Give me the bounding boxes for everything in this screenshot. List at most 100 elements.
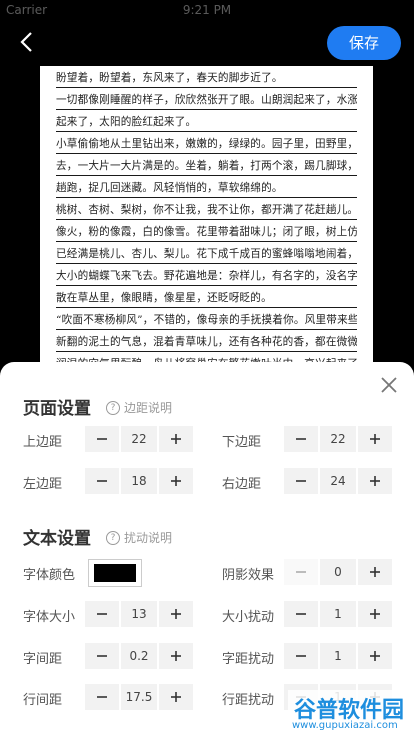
plus-icon — [370, 476, 380, 486]
status-bar: Carrier 9:21 PM — [0, 0, 414, 20]
size-jitter-label: 大小扰动 — [222, 610, 275, 625]
preview-text: 盼望着，盼望着，东风来了，春天的脚步近了。 一切都像刚睡醒的样子，欣欣然张开了眼。… — [56, 66, 357, 386]
size-jitter-value[interactable]: 1 — [320, 601, 356, 627]
increase-button[interactable] — [358, 426, 392, 452]
increase-button[interactable] — [358, 468, 392, 494]
settings-sheet: 页面设置 ? 边距说明 文本设置 ? 扰动说明 上边距 22 下边距 22 左边… — [0, 362, 414, 736]
decrease-button[interactable] — [85, 468, 119, 494]
line-jitter-label: 行距扰动 — [222, 693, 275, 708]
minus-icon — [296, 438, 306, 440]
preview-line: 起来了，太阳的脸红起来了。 — [56, 110, 357, 132]
preview-line: 一切都像刚睡醒的样子，欣欣然张开了眼。山朗润起来了，水涨 — [56, 88, 357, 110]
close-button[interactable] — [380, 376, 398, 394]
preview-line: 像火，粉的像霞，白的像雪。花里带着甜味儿；闭了眼，树上仿佛 — [56, 220, 357, 242]
decrease-button[interactable] — [284, 601, 318, 627]
increase-button[interactable] — [358, 601, 392, 627]
preview-line: 去，一大片一大片满是的。坐着，躺着，打两个滚，踢几脚球，赛几 — [56, 154, 357, 176]
increase-button[interactable] — [159, 468, 193, 494]
plus-icon — [370, 651, 380, 661]
plus-icon — [171, 692, 181, 702]
chevron-left-icon — [20, 32, 32, 52]
right-margin-stepper: 24 — [284, 468, 392, 494]
minus-icon — [97, 613, 107, 615]
shadow-value[interactable]: 0 — [320, 559, 356, 585]
decrease-button[interactable] — [284, 426, 318, 452]
plus-icon — [171, 476, 181, 486]
preview-line: 大小的蝴蝶飞来飞去。野花遍地是：杂样儿，有名字的，没名字的， — [56, 264, 357, 286]
question-circle-icon: ? — [106, 400, 120, 415]
minus-icon — [97, 655, 107, 657]
bottom-margin-value[interactable]: 22 — [320, 426, 356, 452]
char-spacing-label: 字间距 — [23, 652, 63, 667]
minus-icon — [97, 696, 107, 698]
plus-icon — [171, 651, 181, 661]
right-margin-value[interactable]: 24 — [320, 468, 356, 494]
increase-button[interactable] — [159, 643, 193, 669]
minus-icon — [296, 613, 306, 615]
clock-label: 9:21 PM — [182, 3, 232, 17]
question-circle-icon: ? — [106, 530, 120, 545]
top-margin-stepper: 22 — [85, 426, 193, 452]
watermark-url: www.gupuxiazai.com — [292, 720, 398, 731]
line-spacing-value[interactable]: 17.5 — [121, 684, 157, 710]
decrease-button[interactable] — [284, 643, 318, 669]
char-spacing-stepper: 0.2 — [85, 643, 193, 669]
color-swatch — [94, 564, 136, 582]
margin-help-link[interactable]: ? 边距说明 — [106, 399, 172, 416]
bottom-margin-stepper: 22 — [284, 426, 392, 452]
plus-icon — [171, 434, 181, 444]
font-color-picker[interactable] — [88, 559, 142, 587]
margin-help-label: 边距说明 — [124, 401, 173, 415]
shadow-label: 阴影效果 — [222, 568, 275, 583]
line-spacing-stepper: 17.5 — [85, 684, 193, 710]
font-size-stepper: 13 — [85, 601, 193, 627]
decrease-button[interactable] — [85, 601, 119, 627]
jitter-help-link[interactable]: ? 扰动说明 — [106, 529, 172, 546]
decrease-button[interactable] — [284, 559, 318, 585]
preview-line: “吹面不寒杨柳风”，不错的，像母亲的手抚摸着你。风里带来些 — [56, 308, 357, 330]
decrease-button[interactable] — [85, 684, 119, 710]
preview-line: 新翻的泥土的气息，混着青草味儿，还有各种花的香，都在微微 — [56, 330, 357, 352]
increase-button[interactable] — [159, 601, 193, 627]
page-settings-title: 页面设置 — [23, 399, 91, 419]
jitter-help-label: 扰动说明 — [124, 531, 173, 545]
preview-line: 趟跑，捉几回迷藏。风轻悄悄的，草软绵绵的。 — [56, 176, 357, 198]
decrease-button[interactable] — [284, 468, 318, 494]
font-color-label: 字体颜色 — [23, 568, 76, 583]
left-margin-stepper: 18 — [85, 468, 193, 494]
increase-button[interactable] — [159, 684, 193, 710]
spacing-jitter-stepper: 1 — [284, 643, 392, 669]
minus-icon — [296, 571, 306, 573]
shadow-stepper: 0 — [284, 559, 392, 585]
preview-line: 小草偷偷地从土里钻出来，嫩嫩的，绿绿的。园子里，田野里，瞧 — [56, 132, 357, 154]
close-icon — [381, 377, 397, 393]
left-margin-value[interactable]: 18 — [121, 468, 157, 494]
spacing-jitter-value[interactable]: 1 — [320, 643, 356, 669]
plus-icon — [370, 434, 380, 444]
increase-button[interactable] — [358, 559, 392, 585]
back-button[interactable] — [16, 30, 40, 54]
line-spacing-label: 行间距 — [23, 693, 63, 708]
preview-line: 散在草丛里，像眼睛，像星星，还眨呀眨的。 — [56, 286, 357, 308]
save-button[interactable]: 保存 — [327, 26, 401, 60]
preview-line: 盼望着，盼望着，东风来了，春天的脚步近了。 — [56, 66, 357, 88]
handwriting-preview: 盼望着，盼望着，东风来了，春天的脚步近了。 一切都像刚睡醒的样子，欣欣然张开了眼。… — [40, 66, 373, 386]
font-size-value[interactable]: 13 — [121, 601, 157, 627]
text-settings-title: 文本设置 — [23, 529, 91, 549]
top-margin-value[interactable]: 22 — [121, 426, 157, 452]
bottom-margin-label: 下边距 — [222, 435, 262, 450]
char-spacing-value[interactable]: 0.2 — [121, 643, 157, 669]
plus-icon — [370, 567, 380, 577]
size-jitter-stepper: 1 — [284, 601, 392, 627]
decrease-button[interactable] — [85, 643, 119, 669]
left-margin-label: 左边距 — [23, 477, 63, 492]
decrease-button[interactable] — [85, 426, 119, 452]
spacing-jitter-label: 字距扰动 — [222, 652, 275, 667]
increase-button[interactable] — [358, 643, 392, 669]
minus-icon — [97, 480, 107, 482]
increase-button[interactable] — [159, 426, 193, 452]
plus-icon — [171, 609, 181, 619]
right-margin-label: 右边距 — [222, 477, 262, 492]
minus-icon — [296, 480, 306, 482]
watermark-logo: 谷普软件园 www.gupuxiazai.com — [288, 690, 414, 736]
